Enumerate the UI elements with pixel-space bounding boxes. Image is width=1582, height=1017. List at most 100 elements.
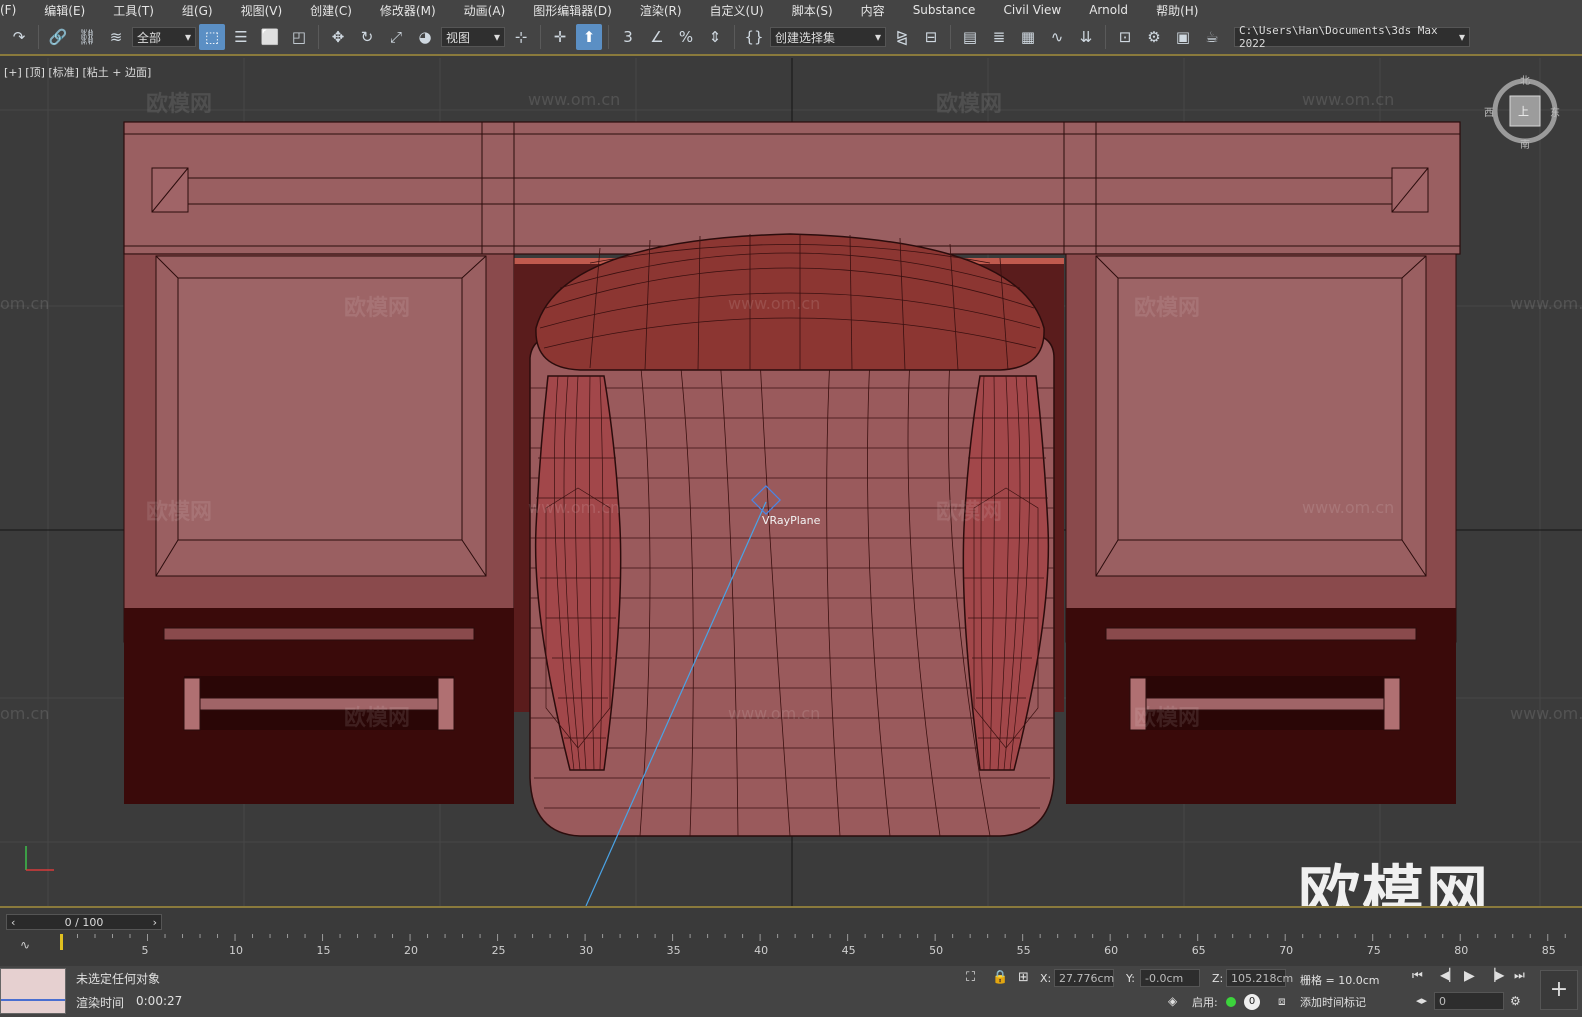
render-teapot-icon[interactable]: ☕ [1199, 24, 1225, 50]
selection-filter-dropdown[interactable]: 全部 ▾ [132, 27, 196, 47]
menu-item[interactable]: 修改器(M) [366, 2, 450, 19]
menu-item[interactable]: 渲染(R) [626, 2, 696, 19]
menu-item[interactable]: (F) [0, 3, 30, 17]
watermark-url: www.om.cn [528, 90, 621, 109]
current-frame-field[interactable]: 0 [1434, 992, 1504, 1010]
viewcube-face[interactable]: 上 [1518, 103, 1529, 119]
menu-item[interactable]: 视图(V) [227, 2, 297, 19]
mini-curve-editor-icon[interactable]: ∿ [20, 938, 30, 952]
chevron-left-icon[interactable]: ‹ [11, 916, 15, 929]
reference-coordinate-dropdown[interactable]: 视图 ▾ [441, 27, 505, 47]
toggle-ribbon-icon[interactable]: ≣ [986, 24, 1012, 50]
scene-explorer-icon[interactable]: ▦ [1015, 24, 1041, 50]
watermark: 欧模网 [1134, 706, 1201, 731]
adaptive-degradation-icon[interactable]: ◈ [1168, 994, 1177, 1008]
link-icon[interactable]: 🔗 [45, 24, 71, 50]
schematic-view-icon[interactable]: ⊡ [1112, 24, 1138, 50]
time-configuration-icon[interactable]: ⚙ [1510, 994, 1521, 1008]
select-object-icon[interactable]: ⬚ [199, 24, 225, 50]
menu-item[interactable]: Substance [899, 3, 990, 17]
redo-icon[interactable]: ↷ [6, 24, 32, 50]
ruler-label: 85 [1541, 944, 1556, 957]
viewcube[interactable]: 上 北 南 东 西 [1484, 76, 1560, 151]
status-bar: 未选定任何对象 渲染时间 0:00:27 ⛶ 🔒 ⊞ X: 27.776cm Y… [0, 966, 1582, 1017]
menu-item[interactable]: 动画(A) [450, 2, 520, 19]
snaps-toggle-icon[interactable]: 3 [615, 24, 641, 50]
ruler-label: 25 [491, 944, 506, 957]
menu-item[interactable]: 组(G) [168, 2, 227, 19]
absolute-mode-icon[interactable]: ⊞ [1018, 970, 1029, 985]
keyboard-shortcut-override-icon[interactable]: ⬆ [576, 24, 602, 50]
add-time-tag-button[interactable]: 添加时间标记 [1300, 994, 1366, 1010]
key-mode-icon[interactable]: ◂▸ [1416, 994, 1427, 1007]
percent-snap-icon[interactable]: % [673, 24, 699, 50]
watermark: 欧模网 [344, 296, 411, 321]
watermark-url: www.om.cn [728, 294, 821, 313]
window-crossing-icon[interactable]: ◰ [286, 24, 312, 50]
main-toolbar: ↷ 🔗 ⛓ ≋ 全部 ▾ ⬚ ☰ ⬜ ◰ ✥ ↻ ⤢ ◕ 视图 ▾ ⊹ ✛ ⬆ 3 … [0, 20, 1582, 56]
ruler-ticks [58, 934, 1566, 950]
mirror-icon[interactable]: ⧎ [889, 24, 915, 50]
pivot-center-icon[interactable]: ⊹ [508, 24, 534, 50]
menu-item[interactable]: Civil View [989, 3, 1075, 17]
menu-item[interactable]: 帮助(H) [1142, 2, 1212, 19]
menu-item[interactable]: 图形编辑器(D) [519, 2, 626, 19]
named-selection-dropdown[interactable]: 创建选择集 ▾ [770, 27, 886, 47]
add-icon[interactable]: + [1540, 970, 1578, 1010]
z-coordinate-field[interactable]: 105.218cm [1226, 969, 1293, 987]
viewport-canvas [0, 58, 1582, 906]
timeline: ‹ 0 / 100 › ∿ 5 10 15 20 25 30 35 40 45 50 55 60 65 7… [0, 906, 1582, 966]
viewcube-south[interactable]: 南 [1520, 136, 1530, 151]
render-time-label: 渲染时间 [76, 996, 125, 1010]
go-to-end-icon[interactable]: ⏭ [1514, 968, 1525, 983]
enable-count-badge[interactable]: 0 [1244, 994, 1260, 1010]
layer-explorer-icon[interactable]: ▤ [957, 24, 983, 50]
menu-item[interactable]: 工具(T) [99, 2, 168, 19]
select-by-name-icon[interactable]: ☰ [228, 24, 254, 50]
x-coordinate-field[interactable]: 27.776cm [1054, 969, 1114, 987]
viewcube-north[interactable]: 北 [1520, 72, 1530, 87]
edit-named-selection-icon[interactable]: {} [741, 24, 767, 50]
chevron-right-icon[interactable]: › [153, 916, 157, 929]
bind-space-warp-icon[interactable]: ≋ [103, 24, 129, 50]
timeline-ruler[interactable]: 5 10 15 20 25 30 35 40 45 50 55 60 65 70 75 80 85 [58, 934, 1574, 964]
separator [608, 25, 609, 49]
y-coordinate-field[interactable]: -0.0cm [1140, 969, 1200, 987]
align-icon[interactable]: ⊟ [918, 24, 944, 50]
lock-icon[interactable]: 🔒 [992, 970, 1008, 985]
project-path-dropdown[interactable]: C:\Users\Han\Documents\3ds Max 2022 ▾ [1234, 24, 1470, 50]
menu-item[interactable]: 编辑(E) [30, 2, 99, 19]
menu-item[interactable]: 自定义(U) [696, 2, 778, 19]
go-to-start-icon[interactable]: ⏮ [1412, 968, 1423, 983]
viewport-top[interactable]: [+] [顶] [标准] [粘土 + 边面] 欧模网 www.om.cn 欧模网… [0, 58, 1582, 906]
move-icon[interactable]: ✥ [325, 24, 351, 50]
curve-editor-icon[interactable]: ∿ [1044, 24, 1070, 50]
menu-item[interactable]: Arnold [1075, 3, 1142, 17]
spinner-snap-icon[interactable]: ⇕ [702, 24, 728, 50]
next-frame-icon[interactable]: ▕▶ [1486, 968, 1504, 982]
menu-item[interactable]: 创建(C) [296, 2, 366, 19]
time-slider[interactable]: ‹ 0 / 100 › [6, 914, 162, 930]
dope-sheet-icon[interactable]: ⇊ [1073, 24, 1099, 50]
angle-snap-icon[interactable]: ∠ [644, 24, 670, 50]
scale-icon[interactable]: ⤢ [383, 24, 409, 50]
select-manipulate-icon[interactable]: ✛ [547, 24, 573, 50]
rotate-icon[interactable]: ↻ [354, 24, 380, 50]
isolate-selection-icon[interactable]: ⛶ [966, 970, 975, 985]
rectangular-selection-icon[interactable]: ⬜ [257, 24, 283, 50]
place-icon[interactable]: ◕ [412, 24, 438, 50]
menu-item[interactable]: 脚本(S) [778, 2, 847, 19]
axis-tripod [25, 846, 54, 871]
previous-frame-icon[interactable]: ◀▏ [1440, 968, 1458, 982]
unlink-icon[interactable]: ⛓ [74, 24, 100, 50]
play-icon[interactable]: ▶ [1464, 968, 1475, 984]
viewport-label[interactable]: [+] [顶] [标准] [粘土 + 边面] [4, 64, 151, 80]
viewcube-west[interactable]: 西 [1484, 104, 1494, 119]
viewcube-east[interactable]: 东 [1550, 104, 1560, 119]
time-tag-icon[interactable]: ⧈ [1278, 994, 1286, 1009]
maxscript-listener-mini[interactable] [0, 968, 66, 1014]
menu-item[interactable]: 内容 [847, 2, 899, 19]
rendered-frame-window-icon[interactable]: ▣ [1170, 24, 1196, 50]
render-setup-icon[interactable]: ⚙ [1141, 24, 1167, 50]
chevron-down-icon: ▾ [184, 30, 191, 44]
